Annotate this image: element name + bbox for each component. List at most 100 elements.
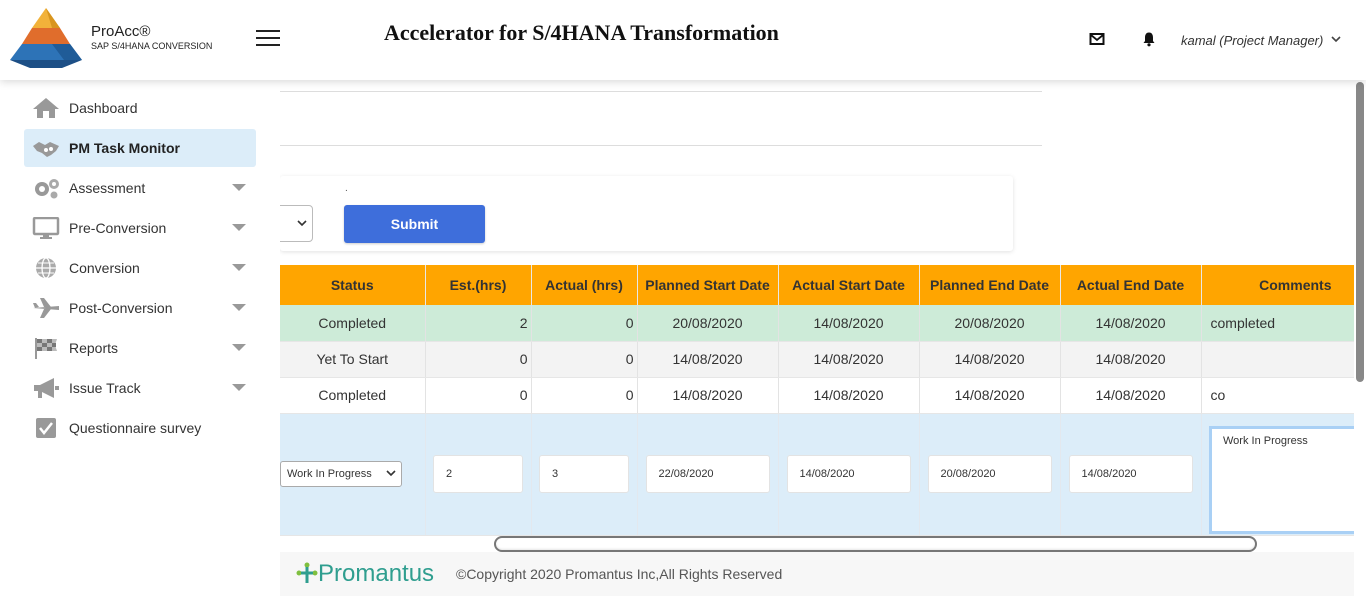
column-header-est-hrs[interactable]: Est.(hrs) bbox=[425, 265, 532, 305]
gears-icon bbox=[32, 177, 60, 199]
sidebar: Dashboard PM Task Monitor Assessment Pre… bbox=[0, 80, 280, 613]
sidebar-item-assessment[interactable]: Assessment bbox=[24, 169, 256, 207]
bell-icon[interactable] bbox=[1141, 31, 1157, 47]
cell-planned-end: 20/08/2020 bbox=[919, 305, 1061, 342]
cell-status-edit: Work In Progress bbox=[280, 413, 426, 536]
megaphone-icon bbox=[32, 377, 60, 399]
table-row[interactable]: Completed 2 0 20/08/2020 14/08/2020 20/0… bbox=[280, 305, 1355, 342]
copyright-text: ©Copyright 2020 Promantus Inc,All Rights… bbox=[456, 566, 783, 582]
filter-label: . bbox=[345, 183, 348, 194]
sidebar-item-pm-task-monitor[interactable]: PM Task Monitor bbox=[24, 129, 256, 167]
task-table: Status Est.(hrs) Actual (hrs) Planned St… bbox=[280, 265, 1355, 536]
table-row[interactable]: Yet To Start 0 0 14/08/2020 14/08/2020 1… bbox=[280, 341, 1355, 378]
cell-actual: 0 bbox=[531, 305, 638, 342]
divider bbox=[280, 145, 1042, 146]
chevron-down-icon[interactable] bbox=[1331, 34, 1341, 46]
planned-end-date-input[interactable]: 20/08/2020 bbox=[927, 455, 1052, 493]
sidebar-item-label: PM Task Monitor bbox=[69, 140, 180, 156]
planned-start-date-input[interactable]: 22/08/2020 bbox=[645, 455, 770, 493]
divider bbox=[280, 91, 1042, 92]
status-select[interactable]: Work In Progress bbox=[280, 461, 402, 487]
caret-down-icon[interactable] bbox=[232, 344, 246, 351]
actual-hrs-input[interactable]: 3 bbox=[539, 455, 629, 493]
cell-actual-end: 14/08/2020 bbox=[1060, 305, 1202, 342]
cell-est: 0 bbox=[425, 341, 532, 378]
cell-actual-start-edit: 14/08/2020 bbox=[778, 413, 920, 536]
user-name[interactable]: kamal (Project Manager) bbox=[1181, 33, 1323, 48]
cell-comments bbox=[1201, 341, 1355, 378]
filter-card: . Submit bbox=[280, 176, 1013, 251]
cell-actual-edit: 3 bbox=[531, 413, 638, 536]
sidebar-item-label: Assessment bbox=[69, 180, 146, 196]
cell-planned-start: 14/08/2020 bbox=[637, 341, 779, 378]
column-header-comments[interactable]: Comments bbox=[1201, 265, 1355, 305]
column-header-actual-start[interactable]: Actual Start Date bbox=[778, 265, 920, 305]
cell-comments: completed bbox=[1201, 305, 1355, 342]
caret-down-icon[interactable] bbox=[232, 384, 246, 391]
sidebar-item-label: Conversion bbox=[69, 260, 140, 276]
app-title: Accelerator for S/4HANA Transformation bbox=[384, 20, 779, 45]
main-content: . Submit Status Est.(hrs) Actual (hrs) P… bbox=[280, 80, 1366, 613]
sidebar-item-label: Reports bbox=[69, 340, 119, 356]
sidebar-item-label: Issue Track bbox=[69, 380, 141, 396]
sidebar-item-label: Dashboard bbox=[69, 100, 138, 116]
actual-end-date-input[interactable]: 14/08/2020 bbox=[1068, 455, 1193, 493]
monitor-icon bbox=[32, 216, 60, 239]
logo-text: ProAcc® SAP S/4HANA CONVERSION bbox=[91, 23, 212, 51]
cell-actual-end: 14/08/2020 bbox=[1060, 377, 1202, 414]
cell-status: Completed bbox=[280, 377, 426, 414]
sidebar-item-conversion[interactable]: Conversion bbox=[24, 249, 256, 287]
hamburger-menu-icon[interactable] bbox=[256, 30, 280, 48]
footer: Promantus ©Copyright 2020 Promantus Inc,… bbox=[280, 552, 1366, 596]
promantus-logo: Promantus bbox=[296, 560, 434, 588]
logo-subtitle: SAP S/4HANA CONVERSION bbox=[91, 41, 213, 51]
submit-button[interactable]: Submit bbox=[344, 205, 485, 243]
mail-icon[interactable] bbox=[1089, 31, 1105, 47]
scrollbar-thumb[interactable] bbox=[1356, 82, 1364, 382]
sidebar-item-label: Pre-Conversion bbox=[69, 220, 167, 236]
comments-textarea[interactable]: Work In Progress bbox=[1209, 426, 1359, 534]
column-header-status[interactable]: Status bbox=[280, 265, 426, 305]
column-header-actual-end[interactable]: Actual End Date bbox=[1060, 265, 1202, 305]
table-row[interactable]: Completed 0 0 14/08/2020 14/08/2020 14/0… bbox=[280, 377, 1355, 414]
sidebar-item-pre-conversion[interactable]: Pre-Conversion bbox=[24, 209, 256, 247]
cell-est: 2 bbox=[425, 305, 532, 342]
caret-down-icon[interactable] bbox=[232, 184, 246, 191]
chevron-down-icon bbox=[297, 216, 307, 230]
sidebar-item-post-conversion[interactable]: Post-Conversion bbox=[24, 289, 256, 327]
top-header: ProAcc® SAP S/4HANA CONVERSION Accelerat… bbox=[0, 0, 1366, 80]
handshake-icon bbox=[32, 137, 60, 159]
column-header-planned-end[interactable]: Planned End Date bbox=[919, 265, 1061, 305]
cell-est-edit: 2 bbox=[425, 413, 532, 536]
filter-select[interactable] bbox=[280, 205, 313, 242]
chevron-down-icon bbox=[386, 468, 396, 480]
brand-name: Promantus bbox=[318, 560, 435, 587]
horizontal-scrollbar[interactable] bbox=[494, 536, 1257, 552]
caret-down-icon[interactable] bbox=[232, 224, 246, 231]
cell-planned-end-edit: 20/08/2020 bbox=[919, 413, 1061, 536]
sidebar-item-reports[interactable]: Reports bbox=[24, 329, 256, 367]
cell-planned-start: 14/08/2020 bbox=[637, 377, 779, 414]
sidebar-item-questionnaire-survey[interactable]: Questionnaire survey bbox=[24, 409, 256, 447]
cell-actual-start: 14/08/2020 bbox=[778, 305, 920, 342]
proacc-logo-icon bbox=[4, 6, 88, 70]
checkered-flag-icon bbox=[32, 337, 60, 359]
cell-planned-end: 14/08/2020 bbox=[919, 377, 1061, 414]
cell-actual-start: 14/08/2020 bbox=[778, 377, 920, 414]
sidebar-item-dashboard[interactable]: Dashboard bbox=[24, 89, 256, 127]
cell-planned-start: 20/08/2020 bbox=[637, 305, 779, 342]
sidebar-item-issue-track[interactable]: Issue Track bbox=[24, 369, 256, 407]
column-header-actual-hrs[interactable]: Actual (hrs) bbox=[531, 265, 638, 305]
sidebar-item-label: Questionnaire survey bbox=[69, 420, 202, 436]
table-row-edit[interactable]: Work In Progress 2 3 22/08/2020 14/08/20… bbox=[280, 413, 1355, 536]
est-hrs-input[interactable]: 2 bbox=[433, 455, 523, 493]
checkbox-icon bbox=[32, 417, 60, 439]
cell-comments: co bbox=[1201, 377, 1355, 414]
plane-icon bbox=[32, 297, 60, 319]
actual-start-date-input[interactable]: 14/08/2020 bbox=[786, 455, 911, 493]
caret-down-icon[interactable] bbox=[232, 264, 246, 271]
caret-down-icon[interactable] bbox=[232, 304, 246, 311]
column-header-planned-start[interactable]: Planned Start Date bbox=[637, 265, 779, 305]
globe-icon bbox=[32, 257, 60, 279]
vertical-scrollbar[interactable] bbox=[1354, 80, 1366, 613]
